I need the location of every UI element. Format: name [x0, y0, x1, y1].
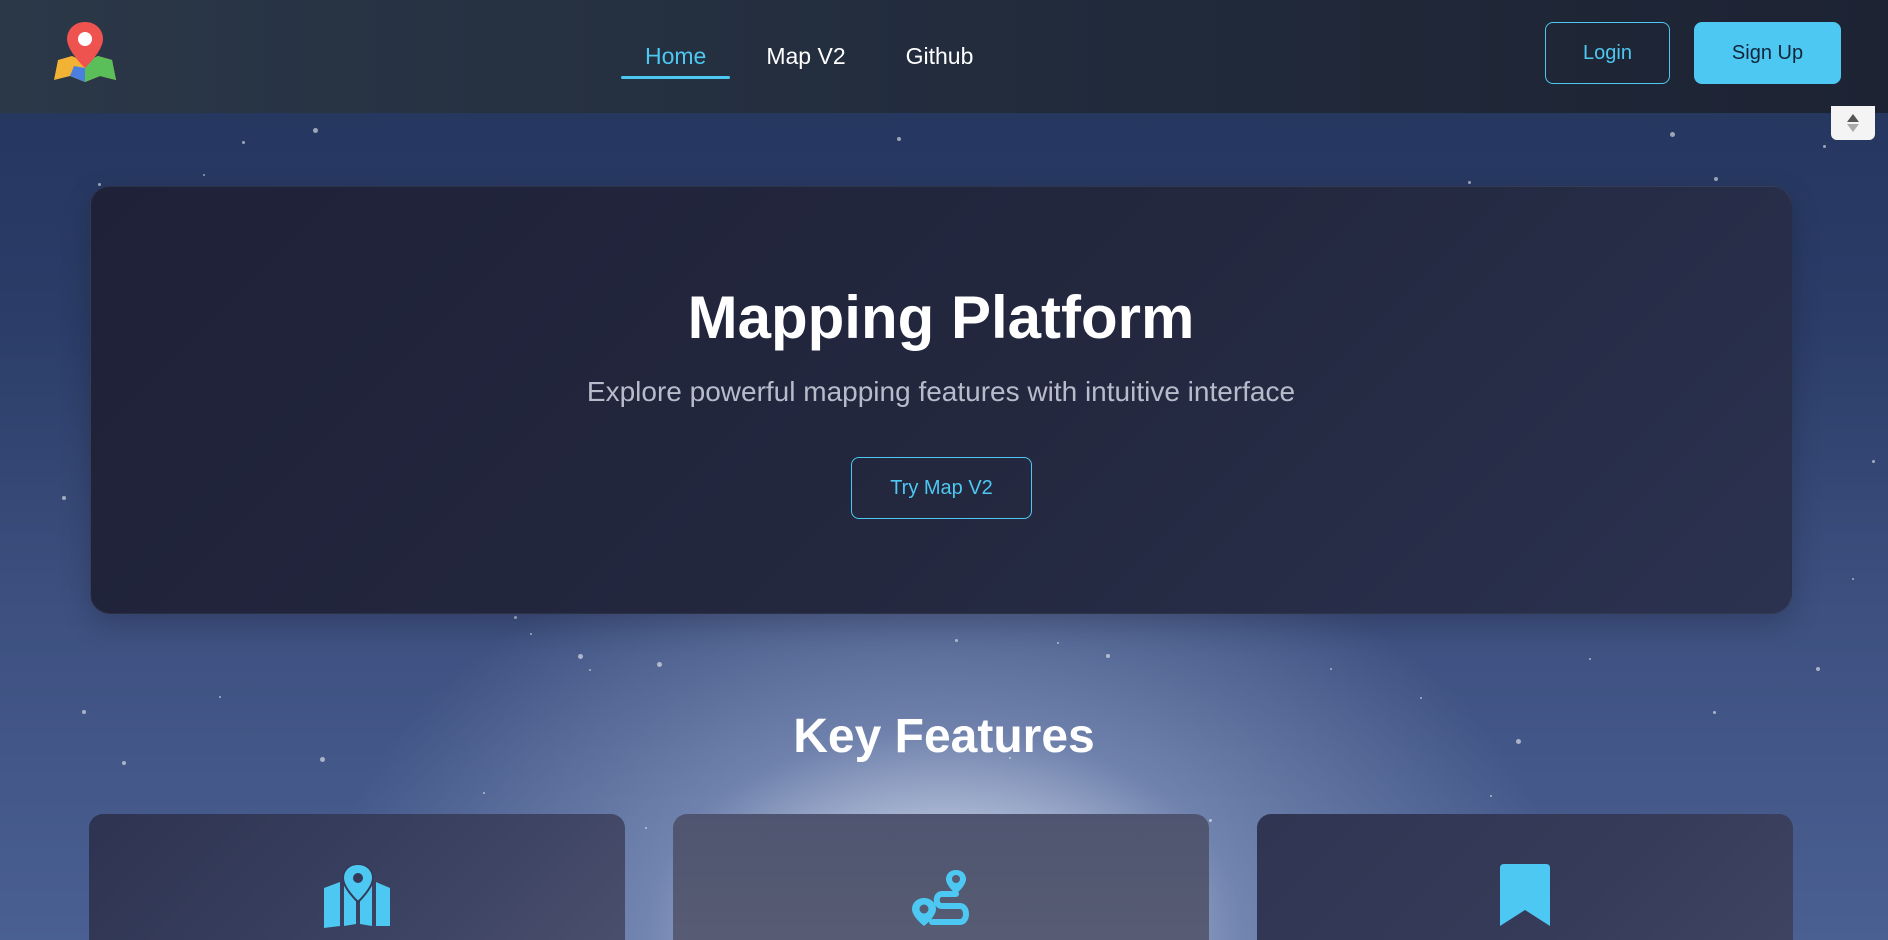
star-dot [1467, 180, 1471, 184]
feature-card-bookmark[interactable] [1257, 814, 1793, 940]
signup-button[interactable]: Sign Up [1694, 22, 1841, 84]
star-dot [1490, 795, 1492, 797]
bookmark-icon [1500, 864, 1550, 926]
star-dot [62, 496, 66, 500]
login-button[interactable]: Login [1545, 22, 1670, 84]
star-dot [1589, 658, 1591, 660]
star-dot [1420, 697, 1422, 699]
scroll-control[interactable] [1831, 106, 1875, 140]
star-dot [241, 140, 245, 144]
star-dot [1822, 144, 1826, 148]
map-location-icon [324, 864, 390, 928]
navbar: Home Map V2 Github Login Sign Up [0, 0, 1888, 113]
star-dot [483, 792, 485, 794]
hero-title: Mapping Platform [687, 284, 1195, 351]
star-dot [1669, 131, 1675, 137]
star-dot [1871, 459, 1875, 463]
scroll-up-icon[interactable] [1847, 114, 1859, 122]
star-dot [1330, 668, 1332, 670]
star-dot [656, 661, 662, 667]
try-map-v2-button[interactable]: Try Map V2 [851, 457, 1032, 519]
star-dot [1057, 642, 1059, 644]
star-dot [954, 638, 958, 642]
star-dot [1106, 654, 1110, 658]
star-dot [1816, 667, 1820, 671]
star-dot [530, 633, 532, 635]
map-pin-logo-icon[interactable] [52, 18, 118, 84]
star-dot [203, 174, 205, 176]
star-dot [897, 137, 901, 141]
hero-card: Mapping Platform Explore powerful mappin… [90, 186, 1792, 614]
feature-card-route[interactable] [673, 814, 1209, 940]
star-dot [513, 615, 517, 619]
nav-link-map-v2[interactable]: Map V2 [742, 0, 869, 113]
features-title: Key Features [793, 710, 1095, 763]
star-dot [645, 827, 647, 829]
hero-subtitle: Explore powerful mapping features with i… [586, 376, 1296, 407]
star-dot [312, 127, 318, 133]
star-dot [577, 653, 583, 659]
star-dot [589, 669, 591, 671]
star-dot [1714, 177, 1718, 181]
nav-link-github[interactable]: Github [882, 0, 998, 113]
star-dot [1852, 578, 1854, 580]
star-dot [219, 696, 221, 698]
star-dot [1208, 818, 1212, 822]
feature-card-map[interactable] [89, 814, 625, 940]
nav-link-home[interactable]: Home [621, 0, 731, 113]
star-dot [97, 182, 101, 186]
scroll-down-icon[interactable] [1847, 124, 1859, 132]
nav-links: Home Map V2 Github [621, 0, 997, 113]
route-icon [912, 870, 969, 926]
